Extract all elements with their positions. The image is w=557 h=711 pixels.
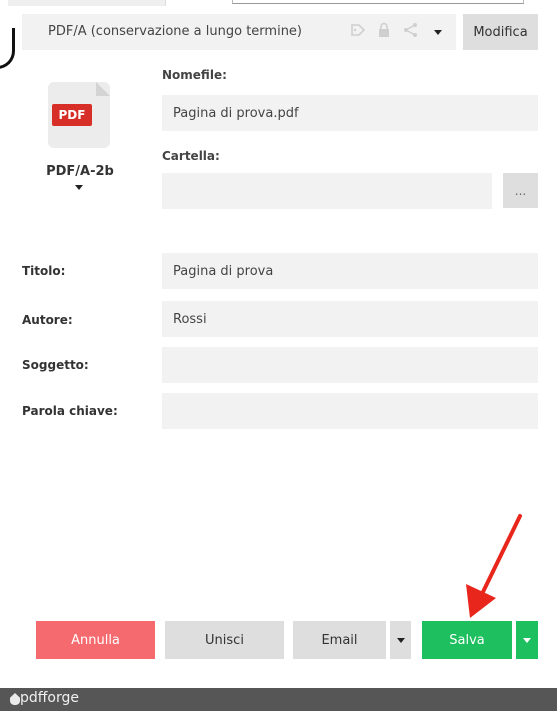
save-button[interactable]: Salva (422, 621, 512, 659)
browse-folder-button[interactable]: ... (503, 173, 538, 208)
title-field[interactable]: Pagina di prova (162, 253, 538, 289)
flame-logo-icon (10, 693, 20, 705)
filename-value: Pagina di prova.pdf (173, 105, 299, 121)
profile-selected: PDF/A (conservazione a lungo termine) (48, 24, 303, 39)
top-tab[interactable] (8, 0, 166, 6)
chevron-down-icon[interactable] (434, 30, 442, 35)
footer-bar: pdfforge (0, 688, 557, 711)
lock-icon (377, 22, 391, 42)
author-label: Autore: (22, 313, 73, 327)
cancel-button[interactable]: Annulla (36, 621, 155, 659)
edit-profile-button[interactable]: Modifica (463, 14, 538, 50)
brand-logo: pdfforge (20, 690, 79, 706)
subject-label: Soggetto: (22, 358, 89, 372)
merge-button[interactable]: Unisci (165, 621, 284, 659)
chevron-down-icon (396, 637, 405, 643)
chevron-down-icon[interactable] (75, 185, 83, 190)
title-label: Titolo: (22, 264, 66, 278)
pdf-file-icon[interactable]: PDF (48, 82, 110, 148)
pdf-badge: PDF (52, 104, 92, 126)
subject-field[interactable] (162, 347, 538, 383)
filename-label: Nomefile: (162, 68, 227, 82)
output-format-label[interactable]: PDF/A-2b (44, 164, 116, 179)
author-field[interactable]: Rossi (162, 301, 538, 337)
annotation-arrow-icon (466, 514, 522, 618)
save-options-button[interactable] (516, 621, 538, 659)
top-field-edge (232, 0, 524, 4)
email-options-button[interactable] (390, 621, 411, 659)
folder-field[interactable] (162, 173, 492, 209)
chevron-down-icon (523, 637, 531, 643)
author-value: Rossi (173, 311, 207, 327)
tag-icon (350, 22, 366, 42)
filename-field[interactable]: Pagina di prova.pdf (162, 95, 538, 131)
keywords-field[interactable] (162, 393, 538, 429)
keywords-label: Parola chiave: (22, 404, 118, 418)
email-button[interactable]: Email (293, 621, 386, 659)
top-strip (0, 0, 557, 6)
folder-label: Cartella: (162, 149, 220, 163)
left-edge-mark (0, 28, 18, 72)
title-value: Pagina di prova (173, 263, 274, 279)
share-icon (403, 22, 419, 42)
